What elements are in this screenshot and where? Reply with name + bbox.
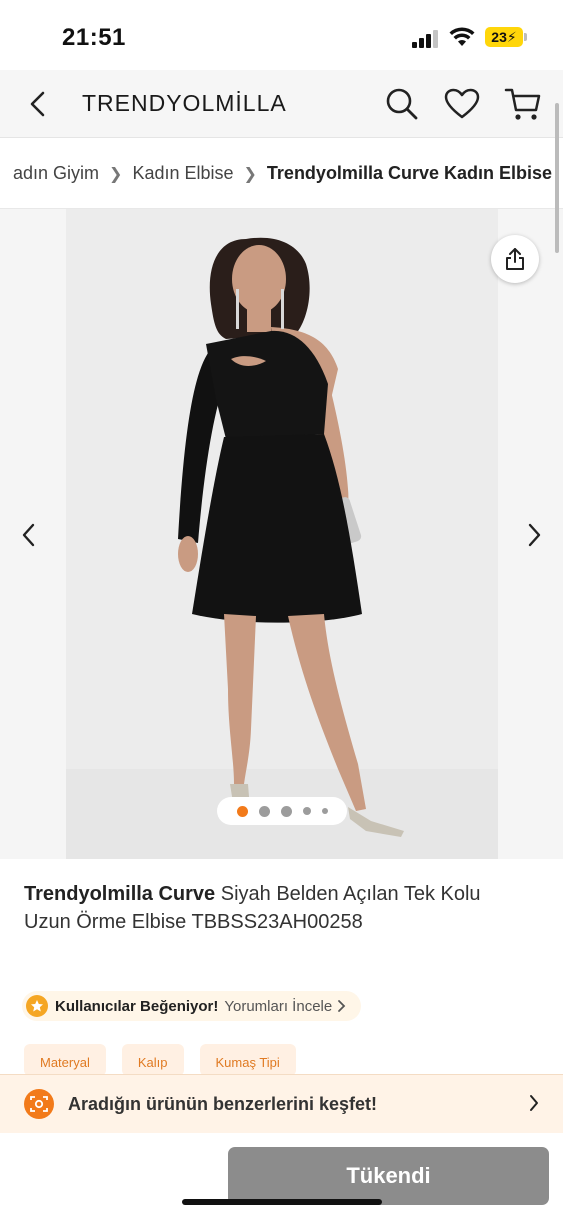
back-button[interactable] [18,84,58,124]
product-gallery[interactable] [0,209,563,859]
bottom-action-bar: Tükendi [0,1133,563,1219]
star-icon [26,995,48,1017]
chevron-right-icon: ❯ [109,165,123,183]
product-brand[interactable]: Trendyolmilla Curve [24,883,215,905]
chevron-right-icon [530,1095,538,1111]
product-photo[interactable] [66,209,498,859]
breadcrumb-item[interactable]: adın Giyim [13,163,99,184]
pagination-dot[interactable] [280,805,292,817]
charging-icon: ⚡ [506,29,517,45]
brand-logo[interactable]: TRENDYOLMİLLA [82,90,287,117]
app-header: TRENDYOLMİLLA [0,70,563,138]
breadcrumb-current: Trendyolmilla Curve Kadın Elbise [266,163,553,183]
home-indicator[interactable] [182,1199,382,1205]
discover-icon [24,1089,54,1119]
gallery-next-button[interactable] [519,520,549,550]
rating-badge[interactable]: Kullanıcılar Beğeniyor! Yorumları İncele [22,991,362,1021]
cart-icon [504,88,541,120]
pagination-dot[interactable] [321,808,328,814]
chevron-right-icon: ❯ [243,165,257,183]
breadcrumb-item[interactable]: Kadın Elbise [132,163,233,184]
attribute-chip[interactable]: Kumaş Tipi [199,1044,296,1076]
model-in-dress-image [66,237,498,859]
pagination-dot[interactable] [302,807,311,815]
search-button[interactable] [382,84,422,124]
battery-level: 23 [491,29,507,45]
cart-button[interactable] [503,84,543,124]
status-bar: 21:51 23⚡ [0,0,563,70]
chevron-right-icon [528,523,541,547]
discover-text: Aradığın ürünün benzerlerini keşfet! [68,1094,378,1114]
scrollbar[interactable] [555,103,559,253]
pagination-dot[interactable] [258,805,270,817]
search-icon [386,88,418,120]
pagination-dot-active[interactable] [236,805,248,817]
similar-products-banner[interactable]: Aradığın ürünün benzerlerini keşfet! [0,1074,563,1133]
reviews-link[interactable]: Yorumları İncele [224,998,332,1015]
attribute-chip[interactable]: Kalıp [121,1044,184,1076]
gallery-pagination [217,797,347,825]
chevron-right-icon [338,1000,346,1012]
chevron-left-icon [22,523,35,547]
product-title: Trendyolmilla Curve Siyah Belden Açılan … [24,880,524,936]
status-time: 21:51 [62,24,126,51]
heart-icon [444,88,480,119]
battery-tip [524,33,527,41]
attribute-chip[interactable]: Materyal [24,1044,106,1076]
back-icon [30,91,45,117]
share-button[interactable] [491,235,539,283]
gallery-prev-button[interactable] [14,520,44,550]
battery-indicator: 23⚡ [485,27,523,47]
wifi-icon [449,27,475,46]
attribute-chips: Materyal Kalıp Kumaş Tipi [24,1044,296,1076]
rating-title: Kullanıcılar Beğeniyor! [55,997,219,1015]
favorite-button[interactable] [442,84,482,124]
sold-out-button[interactable]: Tükendi [228,1147,549,1205]
breadcrumb: adın Giyim ❯ Kadın Elbise ❯ Trendyolmill… [0,139,563,209]
cellular-signal-icon [412,30,438,48]
share-icon [506,248,524,270]
